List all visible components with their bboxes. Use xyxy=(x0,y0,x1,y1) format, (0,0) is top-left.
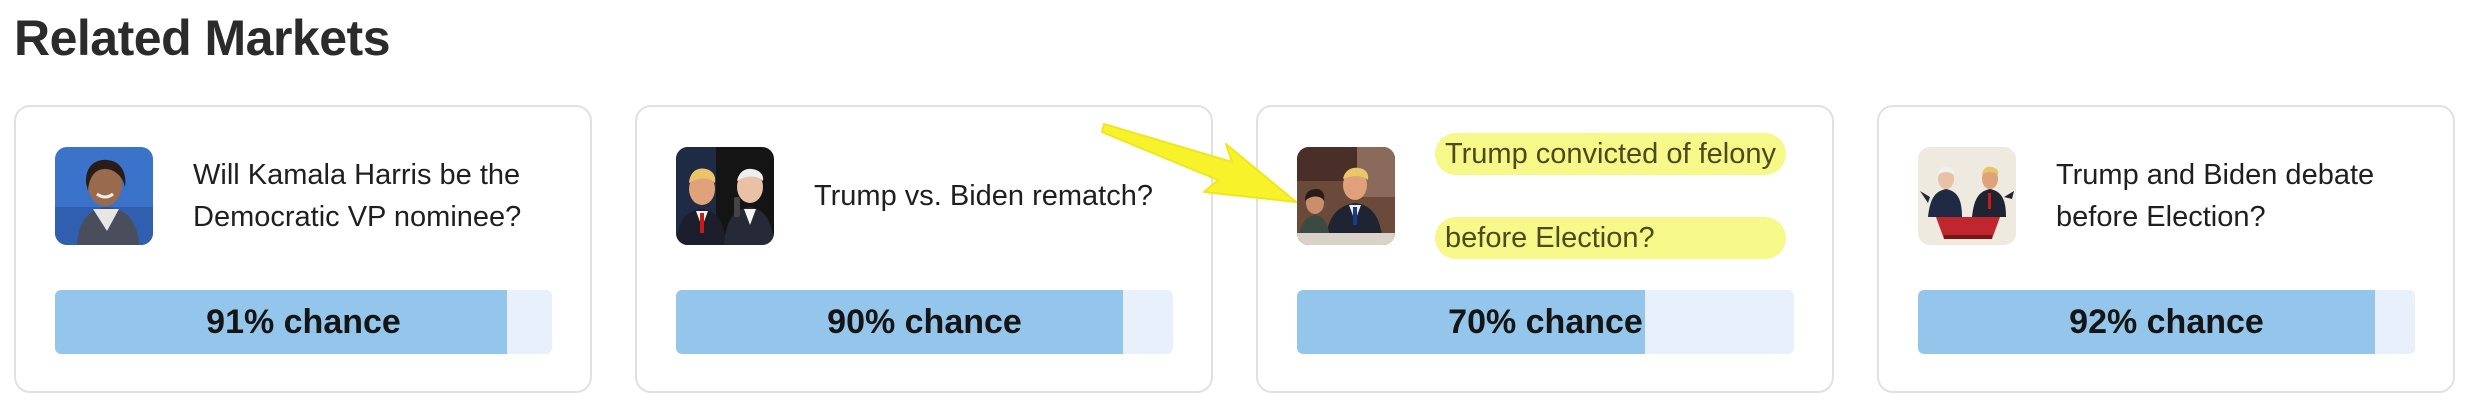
kamala-harris-photo xyxy=(55,147,153,245)
market-question-text: Trump and Biden debate before Election? xyxy=(2056,159,2375,233)
related-markets-section: Related Markets Will Kamala Harris be th… xyxy=(0,0,2468,408)
market-question[interactable]: Will Kamala Harris be the Democratic VP … xyxy=(193,151,563,241)
market-card-trump-felony[interactable]: Trump convicted of felony before Electio… xyxy=(1256,105,1834,393)
chance-label: 90% chance xyxy=(827,303,1022,341)
market-question-line2: before Election? xyxy=(1435,217,1786,259)
market-card-trump-biden-debate[interactable]: Trump and Biden debate before Election? … xyxy=(1877,105,2455,393)
market-card-kamala-vp[interactable]: Will Kamala Harris be the Democratic VP … xyxy=(14,105,592,393)
chance-bar: 90% chance xyxy=(676,290,1173,354)
chance-label: 91% chance xyxy=(206,303,401,341)
courtroom-photo xyxy=(1297,147,1395,245)
chance-label: 92% chance xyxy=(2069,303,2264,341)
market-question-text: Will Kamala Harris be the Democratic VP … xyxy=(193,159,522,233)
section-title: Related Markets xyxy=(14,10,391,66)
chance-bar: 70% chance xyxy=(1297,290,1794,354)
trump-biden-photo xyxy=(676,147,774,245)
chance-bar: 92% chance xyxy=(1918,290,2415,354)
chance-bar: 91% chance xyxy=(55,290,552,354)
debate-illustration xyxy=(1918,147,2016,245)
market-card-trump-biden-rematch[interactable]: Trump vs. Biden rematch? 90% chance xyxy=(635,105,1213,393)
market-question-text: Trump vs. Biden rematch? xyxy=(814,180,1153,212)
chance-label: 70% chance xyxy=(1448,303,1643,341)
market-question[interactable]: Trump convicted of felony before Electio… xyxy=(1435,133,1805,259)
market-question[interactable]: Trump vs. Biden rematch? xyxy=(814,151,1184,241)
market-question-line1: Trump convicted of felony xyxy=(1435,133,1786,175)
market-question[interactable]: Trump and Biden debate before Election? xyxy=(2056,151,2426,241)
